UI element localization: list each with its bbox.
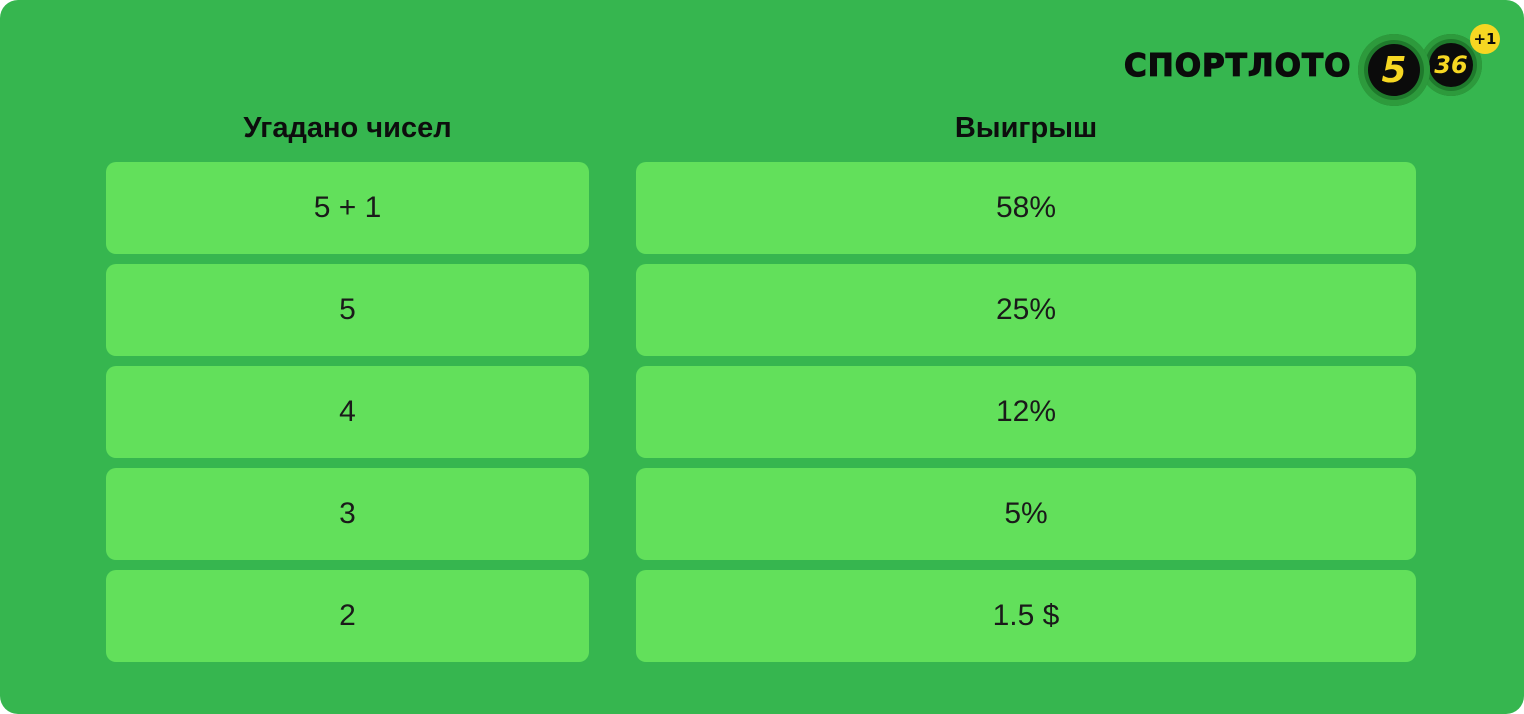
table-cell-matched: 2 bbox=[106, 570, 589, 662]
logo-wordmark: СПОРТЛОТО bbox=[1123, 47, 1352, 84]
logo-ball-36-number: 36 bbox=[1429, 43, 1473, 87]
table-cell-matched: 4 bbox=[106, 366, 589, 458]
table-cell-prize: 1.5 $ bbox=[636, 570, 1416, 662]
column-header-matched: Угадано чисел bbox=[243, 112, 452, 144]
logo-ball-5-number: 5 bbox=[1368, 44, 1420, 96]
sportloto-logo: СПОРТЛОТО 36 5 +1 bbox=[1120, 22, 1500, 114]
table-cell-prize: 25% bbox=[636, 264, 1416, 356]
logo-ball-5: 5 bbox=[1358, 34, 1430, 106]
table-cell-matched: 5 bbox=[106, 264, 589, 356]
prize-table-card: СПОРТЛОТО 36 5 +1 Угадано чисел Выигрыш … bbox=[0, 0, 1524, 714]
logo-plus-one-badge: +1 bbox=[1470, 24, 1500, 54]
table-cell-prize: 58% bbox=[636, 162, 1416, 254]
table-cell-matched: 3 bbox=[106, 468, 589, 560]
table-cell-matched: 5 + 1 bbox=[106, 162, 589, 254]
table-cell-prize: 12% bbox=[636, 366, 1416, 458]
column-header-prize: Выигрыш bbox=[954, 112, 1098, 144]
table-cell-prize: 5% bbox=[636, 468, 1416, 560]
